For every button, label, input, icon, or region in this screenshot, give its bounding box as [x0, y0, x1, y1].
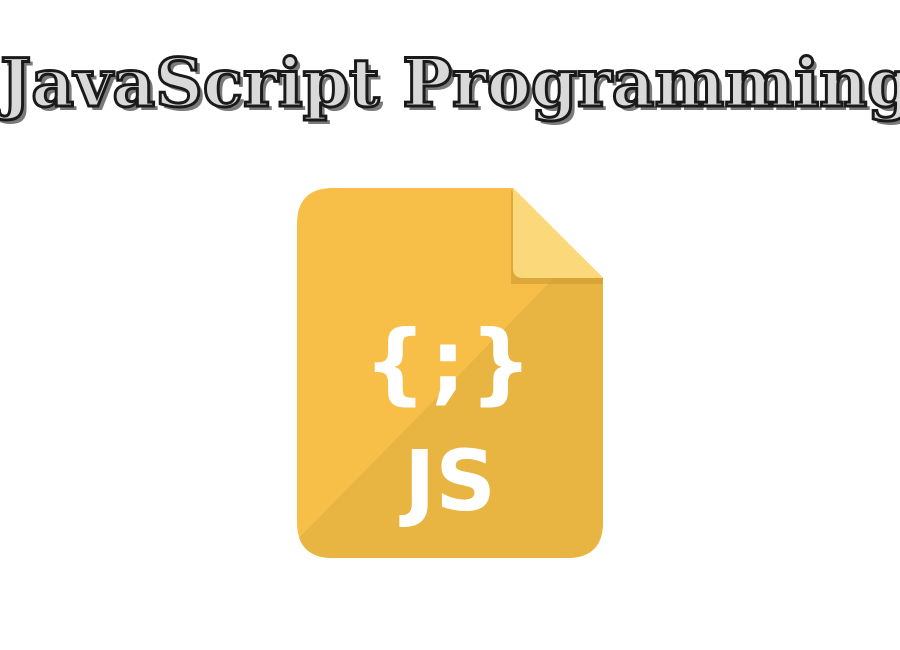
- braces-glyph: {;}: [364, 311, 537, 414]
- file-graphic: {;} JS: [297, 188, 603, 558]
- folded-corner: [513, 188, 603, 278]
- page: JavaScript Programming {;} JS: [0, 0, 900, 650]
- js-label: JS: [399, 432, 496, 530]
- js-file-icon: {;} JS: [297, 188, 603, 558]
- page-title: JavaScript Programming: [0, 43, 900, 124]
